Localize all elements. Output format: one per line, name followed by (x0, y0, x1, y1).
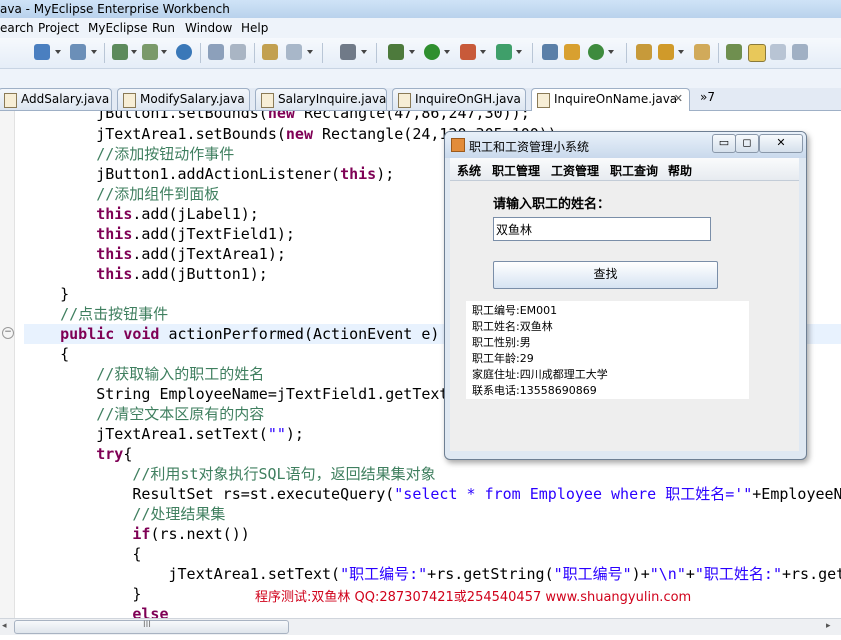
result-line: 职工年龄:29 (472, 352, 534, 365)
maximize-button[interactable]: ◻ (735, 134, 759, 153)
run-icon[interactable] (388, 44, 404, 60)
code-line: //利用st对象执行SQL语句，返回结果集对象 (24, 465, 436, 483)
build-icon[interactable] (112, 44, 128, 60)
app-title-bar: 职工和工资管理小系统 ▭ ◻ ✕ (445, 132, 806, 158)
editor-ruler: − (0, 111, 15, 618)
java-file-icon (123, 93, 136, 108)
highlight-icon[interactable] (748, 44, 766, 62)
deploy-icon[interactable] (142, 44, 158, 60)
menu-search[interactable]: earch (0, 21, 34, 35)
result-line: 联系电话:13558690869 (472, 384, 597, 397)
code-line: if(rs.next()) (132, 525, 250, 543)
code-line: { (24, 545, 142, 563)
open-icon[interactable] (208, 44, 224, 60)
name-input[interactable]: 双鱼林 (493, 217, 711, 241)
scroll-left-icon[interactable]: ◂ (2, 621, 12, 631)
menu-help[interactable]: Help (241, 21, 268, 35)
java-file-icon (4, 93, 17, 108)
folder-icon[interactable] (564, 44, 580, 60)
close-button[interactable]: ✕ (759, 134, 803, 153)
package-icon[interactable] (460, 44, 476, 60)
code-line: else (132, 605, 169, 618)
tab-label: InquireOnName.java (554, 92, 678, 106)
external-tools-icon[interactable] (340, 44, 356, 60)
result-line: 职工性别:男 (472, 336, 531, 349)
result-line: 职工编号:EM001 (472, 304, 558, 317)
result-text-area[interactable]: 职工编号:EM001 职工姓名:双鱼林 职工性别:男 职工年龄:29 家庭住址:… (466, 301, 749, 399)
text-icon[interactable] (792, 44, 808, 60)
code-line: //处理结果集 (24, 505, 226, 523)
minimize-button[interactable]: ▭ (712, 134, 736, 153)
run-green-icon[interactable] (424, 44, 440, 60)
menu-system[interactable]: 系统 (457, 162, 481, 179)
tab-inquireonname[interactable]: InquireOnName.java ✕ (531, 88, 690, 111)
refresh-icon[interactable] (542, 44, 558, 60)
search-icon[interactable] (70, 44, 86, 60)
java-file-icon (537, 93, 550, 108)
globe-icon[interactable] (176, 44, 192, 60)
code-line: jTextArea1.setText("职工编号:"+rs.getString(… (24, 565, 841, 583)
menu-myeclipse[interactable]: MyEclipse (88, 21, 148, 35)
scroll-thumb[interactable]: III (14, 620, 289, 634)
open-type-icon[interactable] (636, 44, 652, 60)
menu-employee-query[interactable]: 职工查询 (610, 162, 658, 179)
tab-label: SalaryInquire.java (278, 92, 387, 106)
collapse-icon[interactable]: − (2, 327, 14, 339)
new-icon[interactable] (34, 44, 50, 60)
wand-icon[interactable] (588, 44, 604, 60)
close-tab-icon[interactable]: ✕ (674, 92, 683, 105)
debug-icon[interactable] (286, 44, 302, 60)
java-file-icon (261, 93, 274, 108)
app-title: 职工和工资管理小系统 (469, 140, 590, 154)
menu-project[interactable]: Project (38, 21, 79, 35)
pin-icon[interactable] (726, 44, 742, 60)
tab-label: AddSalary.java (21, 92, 110, 106)
browser-icon[interactable] (262, 44, 278, 60)
tab-modifysalary[interactable]: ModifySalary.java (117, 88, 250, 110)
toolbar (0, 38, 841, 69)
footer-credit: 程序测试:双鱼林 QQ:287307421或254540457 www.shua… (255, 590, 692, 605)
tab-salaryinquire[interactable]: SalaryInquire.java (255, 88, 387, 110)
menu-help[interactable]: 帮助 (668, 162, 692, 179)
java-app-icon (451, 138, 465, 152)
tabs-overflow-button[interactable]: »7 (700, 90, 715, 104)
tab-addsalary[interactable]: AddSalary.java (0, 88, 112, 110)
editor-tabs: AddSalary.java ModifySalary.java SalaryI… (0, 88, 841, 111)
menu-employee-management[interactable]: 职工管理 (492, 162, 540, 179)
toolbar-spacer (0, 69, 841, 88)
window-title-bar: ava - MyEclipse Enterprise Workbench (0, 0, 841, 19)
window-title: ava - MyEclipse Enterprise Workbench (0, 2, 230, 16)
tab-label: ModifySalary.java (140, 92, 245, 106)
open-resource-icon[interactable] (658, 44, 674, 60)
result-line: 家庭住址:四川成都理工大学 (472, 368, 608, 381)
menu-salary-management[interactable]: 工资管理 (551, 162, 599, 179)
horizontal-scrollbar[interactable]: ◂ III ▸ (0, 618, 841, 635)
app-content: 请输入职工的姓名： 双鱼林 查找 职工编号:EM001 职工姓名:双鱼林 职工性… (450, 181, 799, 451)
menu-window[interactable]: Window (185, 21, 232, 35)
name-prompt-label: 请输入职工的姓名： (493, 197, 611, 212)
java-file-icon (398, 93, 411, 108)
show-whitespace-icon[interactable] (770, 44, 786, 60)
code-line: jButton1.setBounds(new Rectangle(47,86,2… (24, 111, 530, 122)
search-button[interactable]: 查找 (493, 261, 718, 289)
menu-bar: earch Project MyEclipse Run Window Help (0, 18, 841, 39)
class-icon[interactable] (496, 44, 512, 60)
scroll-right-icon[interactable]: ▸ (826, 621, 836, 631)
tab-inquireongh[interactable]: InquireOnGH.java (392, 88, 526, 110)
folder-open-icon[interactable] (694, 44, 710, 60)
app-menu-bar: 系统 职工管理 工资管理 职工查询 帮助 (450, 158, 799, 181)
menu-run[interactable]: Run (152, 21, 175, 35)
server-icon[interactable] (230, 44, 246, 60)
code-line: ResultSet rs=st.executeQuery("select * f… (24, 485, 841, 503)
app-window: 职工和工资管理小系统 ▭ ◻ ✕ 系统 职工管理 工资管理 职工查询 帮助 请输… (444, 131, 807, 460)
tab-label: InquireOnGH.java (415, 92, 521, 106)
scroll-grip: III (143, 620, 151, 630)
result-line: 职工姓名:双鱼林 (472, 320, 553, 333)
